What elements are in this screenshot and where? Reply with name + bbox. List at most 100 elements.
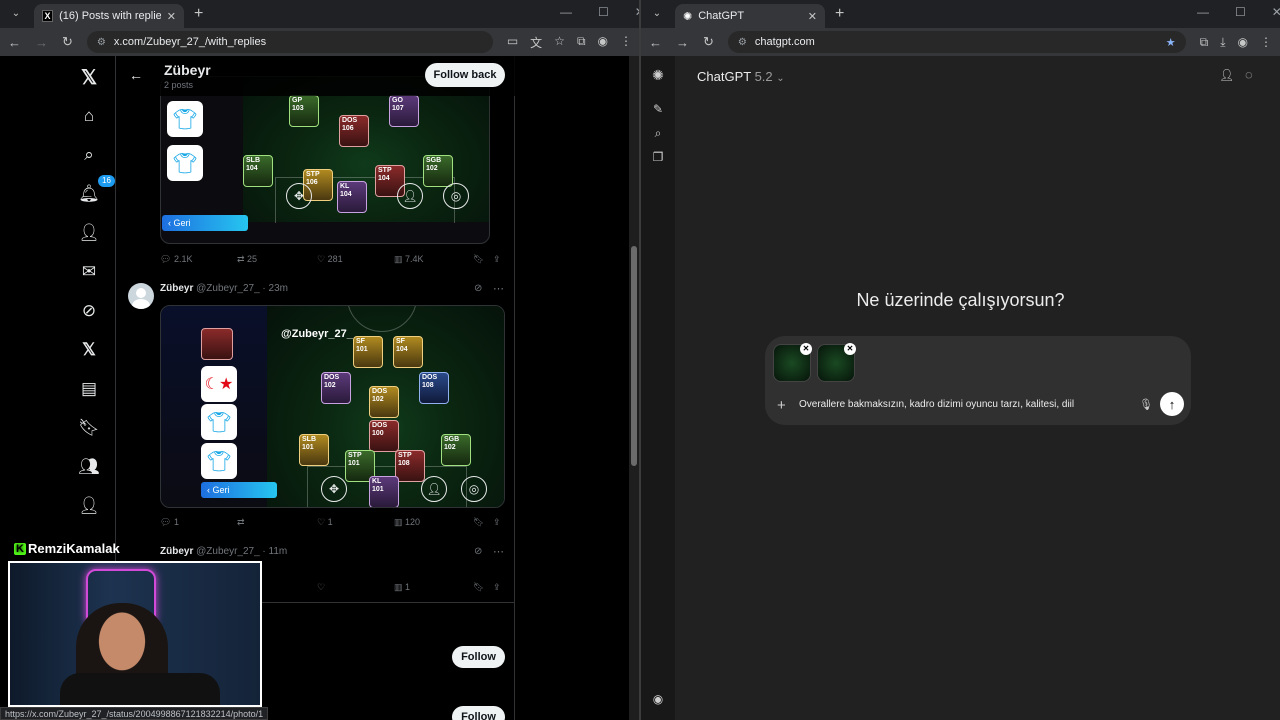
camera-icon[interactable]: ◎ bbox=[443, 183, 469, 209]
player-card[interactable]: DOS 108 bbox=[419, 372, 449, 404]
tab-search-dropdown[interactable]: ⌄ bbox=[6, 3, 26, 23]
close-window-icon[interactable]: ✕ bbox=[1272, 5, 1280, 19]
post-author[interactable]: Zübeyr bbox=[160, 546, 193, 557]
back-arrow-icon[interactable]: ← bbox=[129, 67, 143, 83]
new-tab-button[interactable]: + bbox=[194, 5, 203, 23]
share-icon[interactable]: ⇪ bbox=[493, 517, 501, 528]
site-info-icon[interactable]: ⚙ bbox=[738, 37, 747, 48]
reply-button[interactable]: 💬︎ 1 bbox=[160, 517, 179, 528]
home-icon[interactable]: ⌂ bbox=[76, 103, 102, 129]
coach-card[interactable] bbox=[201, 328, 233, 360]
grok-icon[interactable]: ⊘ bbox=[76, 298, 102, 324]
new-tab-button[interactable]: + bbox=[835, 5, 844, 23]
player-card[interactable]: KL 101 bbox=[369, 476, 399, 507]
menu-icon[interactable]: ⋮ bbox=[620, 34, 632, 51]
player-card[interactable]: GO 107 bbox=[389, 95, 419, 127]
kit-shirt-icon[interactable]: 👕︎ bbox=[167, 101, 203, 137]
move-icon[interactable]: ✥ bbox=[321, 476, 347, 502]
remove-attachment-icon[interactable]: ✕ bbox=[844, 343, 856, 355]
search-chats-icon[interactable]: ⌕ bbox=[649, 124, 667, 142]
prompt-input[interactable]: Overallere bakmaksızın, kadro dizimi oyu… bbox=[799, 399, 1074, 410]
profile-avatar-icon[interactable]: ◉ bbox=[1238, 35, 1248, 50]
bookmark-star-icon[interactable]: ☆ bbox=[554, 34, 565, 51]
follow-button[interactable]: Follow bbox=[452, 706, 505, 720]
site-info-icon[interactable]: ⚙ bbox=[97, 37, 106, 48]
tab-x-posts[interactable]: X (16) Posts with replies by Zübey ✕ bbox=[34, 4, 184, 28]
player-card[interactable]: DOS 102 bbox=[321, 372, 351, 404]
post1-image[interactable]: 👕︎ 👕︎ GP 103 GO 107 DOS 106 SLB 104 STP 106 S… bbox=[160, 76, 490, 244]
translate-icon[interactable]: 文 bbox=[530, 34, 542, 51]
kit-shirt-icon[interactable]: 👕︎ bbox=[201, 443, 237, 479]
extensions-icon[interactable]: ⧉ bbox=[1200, 35, 1209, 50]
x-logo-icon[interactable]: 𝕏 bbox=[76, 64, 102, 90]
player-card[interactable]: SF 104 bbox=[393, 336, 423, 368]
openai-logo-icon[interactable]: ✺ bbox=[649, 66, 667, 84]
new-chat-icon[interactable]: ✎ bbox=[649, 100, 667, 118]
more-options-icon[interactable]: ⋯ bbox=[493, 545, 504, 558]
profile-avatar-icon[interactable]: ◉ bbox=[598, 34, 608, 51]
maximize-icon[interactable]: ☐ bbox=[598, 5, 609, 19]
views-button[interactable]: ▥ 120 bbox=[394, 517, 420, 528]
temporary-chat-icon[interactable]: ◌ bbox=[1245, 67, 1253, 82]
player-card[interactable]: SGB 102 bbox=[423, 155, 453, 187]
player-card[interactable]: SLB 101 bbox=[299, 434, 329, 466]
omnibox[interactable]: ⚙ chatgpt.com ★ bbox=[727, 31, 1186, 53]
kit-shirt-icon[interactable]: 👕︎ bbox=[167, 145, 203, 181]
player-card[interactable]: SF 101 bbox=[353, 336, 383, 368]
more-options-icon[interactable]: ⋯ bbox=[493, 282, 504, 295]
microphone-icon[interactable]: 🎙︎ bbox=[1139, 398, 1153, 411]
tab-search-dropdown[interactable]: ⌄ bbox=[647, 3, 667, 23]
player-card[interactable]: SGB 102 bbox=[441, 434, 471, 466]
model-selector[interactable]: ChatGPT 5.2 ⌄ bbox=[697, 69, 785, 84]
player-swap-icon[interactable]: 👤︎ bbox=[397, 183, 423, 209]
extensions-icon[interactable]: ⧉ bbox=[577, 34, 586, 51]
share-icon[interactable]: ⇪ bbox=[493, 582, 501, 593]
follow-button[interactable]: Follow bbox=[452, 646, 505, 668]
scrollbar[interactable] bbox=[629, 56, 639, 720]
mail-icon[interactable]: ✉ bbox=[76, 259, 102, 285]
camera-icon[interactable]: ◎ bbox=[461, 476, 487, 502]
close-tab-icon[interactable]: ✕ bbox=[167, 10, 176, 23]
reload-icon[interactable]: ↻ bbox=[62, 34, 73, 50]
grok-explain-icon[interactable]: ⊘ bbox=[474, 283, 482, 294]
user-avatar[interactable]: ◉ bbox=[649, 690, 667, 708]
back-icon[interactable]: ← bbox=[8, 35, 21, 50]
turkey-flag-icon[interactable]: ☾★ bbox=[201, 366, 237, 402]
remove-attachment-icon[interactable]: ✕ bbox=[800, 343, 812, 355]
bookmark-icon[interactable]: 🔖︎ bbox=[76, 415, 102, 441]
geri-button[interactable]: ‹ Geri bbox=[201, 482, 277, 498]
player-card[interactable]: SLB 104 bbox=[243, 155, 273, 187]
minimize-icon[interactable]: — bbox=[560, 5, 572, 19]
repost-button[interactable]: ⇄ 25 bbox=[237, 254, 257, 265]
lists-icon[interactable]: ▤ bbox=[76, 376, 102, 402]
forward-icon[interactable]: → bbox=[35, 35, 48, 50]
add-user-icon[interactable]: 👤︎ bbox=[76, 220, 102, 246]
player-card[interactable]: STP 108 bbox=[395, 450, 425, 482]
post2-image[interactable]: ☾★ 👕︎ 👕︎ ‹ Geri @Zubeyr_27_ SF 101 SF 104 … bbox=[160, 305, 505, 508]
bookmark-post-icon[interactable]: 🔖︎ bbox=[473, 582, 484, 593]
scrollbar-thumb[interactable] bbox=[631, 246, 637, 466]
communities-icon[interactable]: 👥︎ bbox=[76, 454, 102, 480]
x-premium-icon[interactable]: 𝕏 bbox=[76, 337, 102, 363]
share-icon[interactable]: ⇪ bbox=[493, 254, 501, 265]
library-icon[interactable]: ❐ bbox=[649, 148, 667, 166]
player-card[interactable]: GP 103 bbox=[289, 95, 319, 127]
menu-icon[interactable]: ⋮ bbox=[1260, 35, 1272, 50]
repost-button[interactable]: ⇄ bbox=[237, 517, 245, 528]
views-button[interactable]: ▥ 7.4K bbox=[394, 254, 424, 265]
bell-icon[interactable]: 🔔︎ 16 bbox=[76, 175, 115, 207]
player-card[interactable]: KL 104 bbox=[337, 181, 367, 213]
back-icon[interactable]: ← bbox=[649, 35, 662, 50]
player-card[interactable]: DOS 106 bbox=[339, 115, 369, 147]
attached-image-thumb[interactable]: ✕ bbox=[817, 343, 856, 382]
cast-icon[interactable]: ▭ bbox=[507, 34, 518, 51]
profile-icon[interactable]: 👤︎ bbox=[76, 493, 102, 519]
forward-icon[interactable]: → bbox=[676, 35, 689, 50]
reply-button[interactable]: 💬︎ 2.1K bbox=[160, 254, 192, 265]
follow-back-button[interactable]: Follow back bbox=[425, 63, 505, 87]
attached-image-thumb[interactable]: ✕ bbox=[773, 343, 812, 382]
player-swap-icon[interactable]: 👤︎ bbox=[421, 476, 447, 502]
like-button[interactable]: ♡ 1 bbox=[317, 517, 333, 528]
player-card[interactable]: DOS 102 bbox=[369, 386, 399, 418]
player-card[interactable]: DOS 100 bbox=[369, 420, 399, 452]
